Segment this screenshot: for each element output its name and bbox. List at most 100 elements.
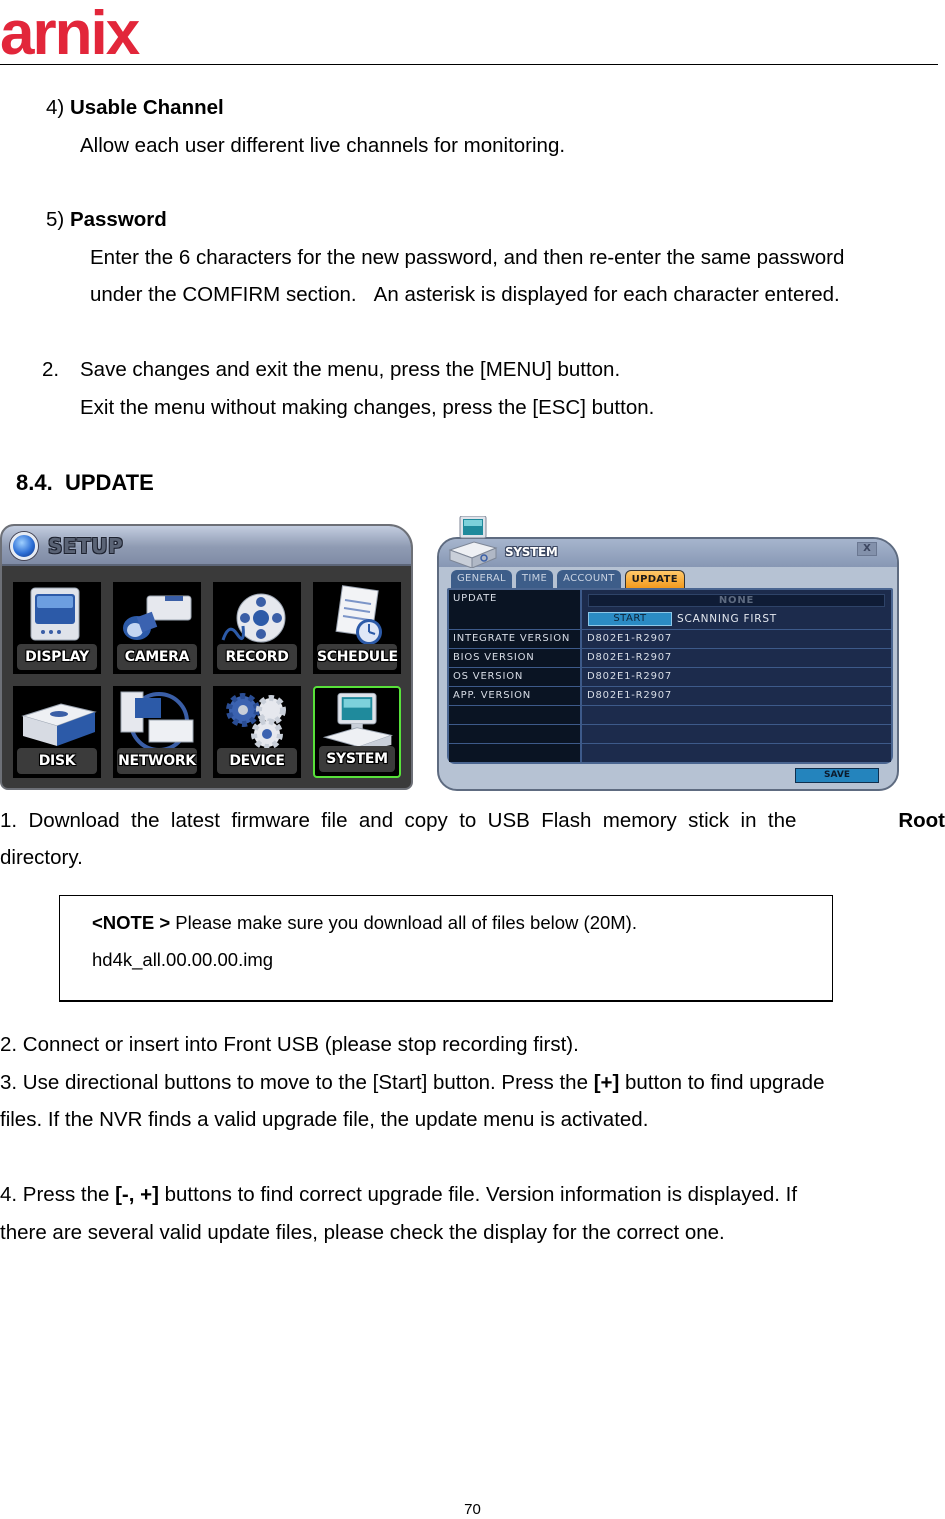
- setup-tile-system[interactable]: SYSTEM: [313, 686, 401, 778]
- row-value: D802E1-R2907: [584, 687, 891, 705]
- update-settings-grid: UPDATE NONE START SCANNING FIRST INTEGRA…: [447, 588, 893, 764]
- setup-menu-panel: SETUP DISPLAY CAMERA RECORD SCHEDULE DIS…: [0, 524, 413, 790]
- tile-label: NETWORK: [117, 748, 197, 774]
- heading-title: UPDATE: [64, 470, 154, 495]
- note-box: <NOTE > Please make sure you download al…: [59, 895, 833, 1002]
- step4-prefix: 4. Press the: [0, 1183, 116, 1206]
- setup-tile-disk[interactable]: DISK: [13, 686, 101, 778]
- tab-general[interactable]: GENERAL: [451, 570, 512, 588]
- usable-channel-body: Allow each user different live channels …: [80, 134, 566, 157]
- tile-label: DISPLAY: [17, 644, 97, 670]
- table-row: INTEGRATE VERSION D802E1-R2907: [449, 630, 891, 649]
- setup-tile-camera[interactable]: CAMERA: [113, 582, 201, 674]
- section-title: Password: [69, 208, 167, 231]
- tile-label: SCHEDULE: [317, 644, 398, 670]
- system-computer-icon: [448, 516, 498, 568]
- tab-time[interactable]: TIME: [515, 570, 554, 588]
- network-icon: [120, 691, 194, 752]
- row-value: D802E1-R2907: [584, 630, 891, 648]
- row-value: [584, 744, 891, 762]
- step4-line2: there are several valid update files, pl…: [0, 1221, 725, 1244]
- row-label: OS VERSION: [449, 668, 582, 686]
- step4-line1: 4. Press the [-, +] buttons to find corr…: [0, 1183, 797, 1207]
- section-number: 5): [46, 208, 65, 231]
- row-label: UPDATE: [449, 590, 582, 629]
- tile-label: DISK: [17, 748, 97, 774]
- step-number: 2.: [42, 358, 60, 381]
- setup-tile-schedule[interactable]: SCHEDULE: [313, 582, 401, 674]
- row-label: [449, 744, 582, 762]
- table-row: BIOS VERSION D802E1-R2907: [449, 649, 891, 668]
- row-label: BIOS VERSION: [449, 649, 582, 667]
- arnix-logo: arnix: [0, 0, 143, 64]
- section-number: 4): [46, 96, 65, 119]
- note-label: <NOTE >: [92, 912, 171, 933]
- row-label: APP. VERSION: [449, 687, 582, 705]
- step3-line2: files. If the NVR finds a valid upgrade …: [0, 1108, 649, 1131]
- table-row: OS VERSION D802E1-R2907: [449, 668, 891, 687]
- disk-drive-icon: [21, 703, 97, 746]
- note-line1: <NOTE > Please make sure you download al…: [92, 912, 637, 934]
- page-number: 70: [464, 1501, 481, 1518]
- system-titlebar: SYSTEM X: [439, 539, 897, 567]
- row-value: [584, 706, 891, 724]
- system-title: SYSTEM: [505, 545, 558, 559]
- step3-line1: 3. Use directional buttons to move to th…: [0, 1071, 824, 1095]
- system-dialog: SYSTEM X GENERAL TIME ACCOUNT UPDATE UPD…: [437, 537, 899, 791]
- setup-tile-device[interactable]: DEVICE: [213, 686, 301, 778]
- note-text: Please make sure you download all of fil…: [170, 912, 637, 933]
- setup-title: SETUP: [48, 534, 124, 558]
- start-button[interactable]: START: [588, 612, 672, 626]
- password-body-line2: under the COMFIRM section. An asterisk i…: [90, 283, 840, 306]
- save-exit-line2: Exit the menu without making changes, pr…: [80, 396, 655, 419]
- section-title: Usable Channel: [69, 96, 224, 119]
- step3-suffix: button to find upgrade: [619, 1071, 825, 1094]
- tile-label: CAMERA: [117, 644, 197, 670]
- table-row: [449, 725, 891, 744]
- tile-label: DEVICE: [217, 748, 297, 774]
- tab-account[interactable]: ACCOUNT: [557, 570, 621, 588]
- update-file-select[interactable]: NONE: [588, 594, 885, 607]
- logo-text: arnix: [0, 0, 141, 64]
- table-row: APP. VERSION D802E1-R2907: [449, 687, 891, 706]
- step2: 2. Connect or insert into Front USB (ple…: [0, 1033, 579, 1056]
- header-divider: [0, 64, 938, 65]
- row-label: [449, 706, 582, 724]
- usable-channel-heading: 4) Usable Channel: [46, 96, 224, 120]
- monitor-icon: [30, 587, 80, 641]
- update-row: UPDATE NONE START SCANNING FIRST: [449, 590, 891, 630]
- scan-status: SCANNING FIRST: [677, 613, 778, 625]
- step4-keys: [-, +]: [115, 1183, 159, 1206]
- update-controls: NONE START SCANNING FIRST: [584, 590, 891, 629]
- row-value: D802E1-R2907: [584, 649, 891, 667]
- row-label: INTEGRATE VERSION: [449, 630, 582, 648]
- step1-line1: 1. Download the latest firmware file and…: [0, 809, 945, 833]
- setup-orb-icon: [10, 532, 38, 560]
- step3-prefix: 3. Use directional buttons to move to th…: [0, 1071, 594, 1094]
- step1-text: 1. Download the latest firmware file and…: [0, 809, 797, 832]
- system-tabs: GENERAL TIME ACCOUNT UPDATE: [451, 570, 685, 588]
- row-value: D802E1-R2907: [584, 668, 891, 686]
- gears-icon: [226, 693, 286, 750]
- table-row: [449, 706, 891, 725]
- tile-label: RECORD: [217, 644, 297, 670]
- table-row: [449, 744, 891, 762]
- password-body-line1: Enter the 6 characters for the new passw…: [90, 246, 845, 269]
- save-button[interactable]: SAVE: [795, 768, 879, 783]
- step3-key: [+]: [593, 1071, 620, 1094]
- tab-update[interactable]: UPDATE: [624, 570, 685, 588]
- schedule-clock-icon: [335, 585, 382, 645]
- setup-tile-record[interactable]: RECORD: [213, 582, 301, 674]
- close-button[interactable]: X: [857, 542, 877, 556]
- tile-label: SYSTEM: [319, 746, 395, 772]
- note-filename: hd4k_all.00.00.00.img: [92, 949, 274, 970]
- film-reel-icon: [221, 593, 286, 643]
- section-heading-update: 8.4. UPDATE: [16, 471, 154, 495]
- password-heading: 5) Password: [46, 208, 167, 232]
- step1-root: Root: [898, 809, 945, 832]
- save-exit-line1: Save changes and exit the menu, press th…: [80, 358, 621, 381]
- heading-number: 8.4.: [16, 470, 53, 495]
- row-value: [584, 725, 891, 743]
- setup-tile-network[interactable]: NETWORK: [113, 686, 201, 778]
- setup-tile-display[interactable]: DISPLAY: [13, 582, 101, 674]
